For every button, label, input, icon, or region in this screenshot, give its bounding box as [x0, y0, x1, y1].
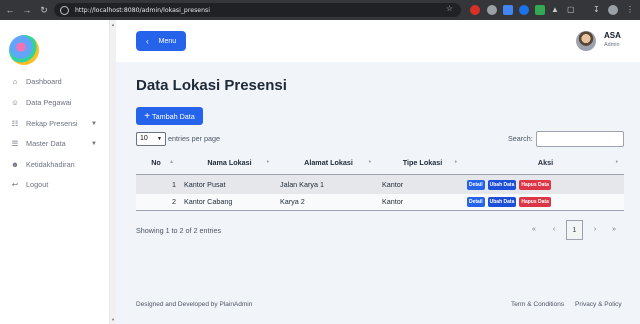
table-row: 2 Kantor Cabang Karya 2 Kantor Detail Ub… — [136, 194, 624, 211]
user-name[interactable]: ASA — [604, 31, 621, 40]
menu-toggle-button[interactable]: ‹ Menu — [136, 31, 186, 51]
download-icon[interactable]: ↧ — [593, 4, 600, 16]
table-row: 1 Kantor Pusat Jalan Karya 1 Kantor Deta… — [136, 174, 624, 194]
sidebar-item-label: Master Data — [26, 139, 66, 148]
column-header-tipe-lokasi[interactable]: Tipe Lokasi ♦ — [377, 152, 463, 175]
address-bar[interactable]: http://localhost:8080/admin/lokasi_prese… — [54, 3, 461, 17]
back-icon[interactable]: ← — [3, 3, 17, 17]
search-input[interactable] — [536, 131, 624, 147]
delete-button[interactable]: Hapus Data — [519, 197, 551, 208]
scroll-up-icon[interactable]: ▲ — [111, 22, 115, 27]
edit-button[interactable]: Ubah Data — [487, 197, 517, 208]
sidebar-item-label: Data Pegawai — [26, 98, 72, 107]
pagination-next[interactable]: › — [586, 220, 604, 240]
chevron-down-icon: ▼ — [91, 140, 97, 147]
lokasi-table: No ▲ Nama Lokasi ♦ Alamat Lokasi ♦ Tipe … — [136, 152, 624, 211]
app-logo[interactable] — [9, 35, 39, 65]
detail-button[interactable]: Detail — [467, 197, 485, 208]
home-icon: ⌂ — [12, 77, 18, 86]
page-title: Data Lokasi Presensi — [136, 77, 287, 94]
delete-button[interactable]: Hapus Data — [519, 179, 551, 190]
sort-icon: ♦ — [266, 159, 269, 165]
sidebar-item-label: Dashboard — [26, 77, 62, 86]
cell-no: 2 — [136, 194, 180, 211]
forward-icon[interactable]: → — [20, 3, 34, 17]
extension-icon[interactable] — [470, 5, 480, 15]
sidebar: ⌂ Dashboard ☺ Data Pegawai ☷ Rekap Prese… — [0, 20, 110, 324]
address-url: http://localhost:8080/admin/lokasi_prese… — [75, 6, 210, 14]
chevron-left-icon: ‹ — [146, 36, 149, 46]
column-header-alamat-lokasi[interactable]: Alamat Lokasi ♦ — [275, 152, 377, 175]
footer-terms-link[interactable]: Term & Conditions — [511, 301, 564, 308]
column-header-aksi[interactable]: Aksi ♦ — [463, 152, 624, 175]
drive-icon[interactable]: ▲ — [551, 4, 559, 16]
top-header: ‹ Menu ASA Admin — [116, 20, 640, 62]
user-x-icon: ☻ — [11, 160, 19, 169]
sidebar-item-label: Rekap Presensi — [26, 119, 78, 128]
cell-alamat-lokasi: Karya 2 — [275, 194, 377, 211]
cell-aksi: Detail Ubah Data Hapus Data — [463, 194, 624, 211]
pagination-prev[interactable]: ‹ — [545, 220, 563, 240]
logout-icon: ↩ — [11, 180, 19, 189]
cell-tipe-lokasi: Kantor — [377, 174, 463, 194]
entries-per-page-label: entries per page — [168, 134, 220, 143]
cell-aksi: Detail Ubah Data Hapus Data — [463, 174, 624, 194]
pagination-page-1[interactable]: 1 — [566, 220, 583, 240]
sort-icon: ♦ — [368, 159, 371, 165]
clipboard-icon: ☷ — [11, 119, 19, 128]
reload-icon[interactable]: ↻ — [37, 3, 51, 17]
site-info-icon[interactable] — [60, 5, 69, 15]
profile-icon[interactable] — [608, 5, 618, 15]
page-scrollbar[interactable]: ▲ ▼ — [110, 20, 116, 324]
sidebar-item-dashboard[interactable]: ⌂ Dashboard — [10, 77, 105, 86]
table-header-row: No ▲ Nama Lokasi ♦ Alamat Lokasi ♦ Tipe … — [136, 152, 624, 175]
add-data-button[interactable]: + Tambah Data — [136, 107, 203, 125]
sort-icon: ♦ — [454, 159, 457, 165]
footer-privacy-link[interactable]: Privacy & Policy — [575, 301, 622, 308]
cell-nama-lokasi: Kantor Pusat — [180, 174, 275, 194]
extension-translate-icon[interactable] — [503, 5, 513, 15]
cell-alamat-lokasi: Jalan Karya 1 — [275, 174, 377, 194]
pagination-last[interactable]: » — [605, 220, 623, 240]
sidebar-item-logout[interactable]: ↩ Logout — [10, 180, 105, 189]
browser-toolbar: ← → ↻ http://localhost:8080/admin/lokasi… — [0, 0, 640, 20]
extension-shield-icon[interactable] — [487, 5, 497, 15]
table-info: Showing 1 to 2 of 2 entries — [136, 226, 222, 235]
entries-per-page-select[interactable]: 10 ▼ — [136, 132, 166, 146]
plus-icon: + — [144, 110, 151, 122]
sort-icon: ♦ — [615, 159, 618, 165]
sort-icon: ▲ — [169, 159, 174, 165]
footer-credit: Designed and Developed by PlainAdmin — [136, 301, 253, 308]
user-role: Admin — [604, 42, 620, 48]
menu-button-label: Menu — [158, 37, 177, 45]
add-data-label: Tambah Data — [152, 111, 195, 121]
avatar[interactable] — [576, 31, 596, 51]
sidebar-item-label: Ketidakhadiran — [26, 160, 75, 169]
cell-no: 1 — [136, 174, 180, 194]
cell-nama-lokasi: Kantor Cabang — [180, 194, 275, 211]
extension-blue-icon[interactable] — [519, 5, 529, 15]
pagination-first[interactable]: « — [525, 220, 543, 240]
sidebar-item-master-data[interactable]: ☰ Master Data ▼ — [10, 139, 105, 148]
chevron-down-icon: ▼ — [157, 136, 162, 142]
edit-button[interactable]: Ubah Data — [487, 179, 517, 190]
chevron-down-icon: ▼ — [91, 120, 97, 127]
sidebar-item-data-pegawai[interactable]: ☺ Data Pegawai — [10, 98, 105, 107]
search-label: Search: — [508, 134, 533, 143]
sidebar-item-label: Logout — [26, 180, 49, 189]
database-icon: ☰ — [11, 139, 19, 148]
extension-green-icon[interactable] — [535, 5, 545, 15]
column-header-nama-lokasi[interactable]: Nama Lokasi ♦ — [180, 152, 275, 175]
users-icon: ☺ — [11, 98, 19, 107]
cell-tipe-lokasi: Kantor — [377, 194, 463, 211]
column-header-no[interactable]: No ▲ — [136, 152, 180, 175]
entries-per-page-value: 10 — [140, 135, 148, 142]
sidebar-item-ketidakhadiran[interactable]: ☻ Ketidakhadiran — [10, 160, 105, 169]
sidebar-item-rekap-presensi[interactable]: ☷ Rekap Presensi ▼ — [10, 119, 105, 128]
scroll-down-icon[interactable]: ▼ — [111, 317, 115, 322]
extensions-puzzle-icon[interactable]: ▢ — [567, 4, 575, 16]
bookmark-star-icon[interactable]: ☆ — [446, 4, 453, 13]
browser-menu-icon[interactable]: ⋮ — [626, 4, 634, 16]
detail-button[interactable]: Detail — [467, 179, 485, 190]
